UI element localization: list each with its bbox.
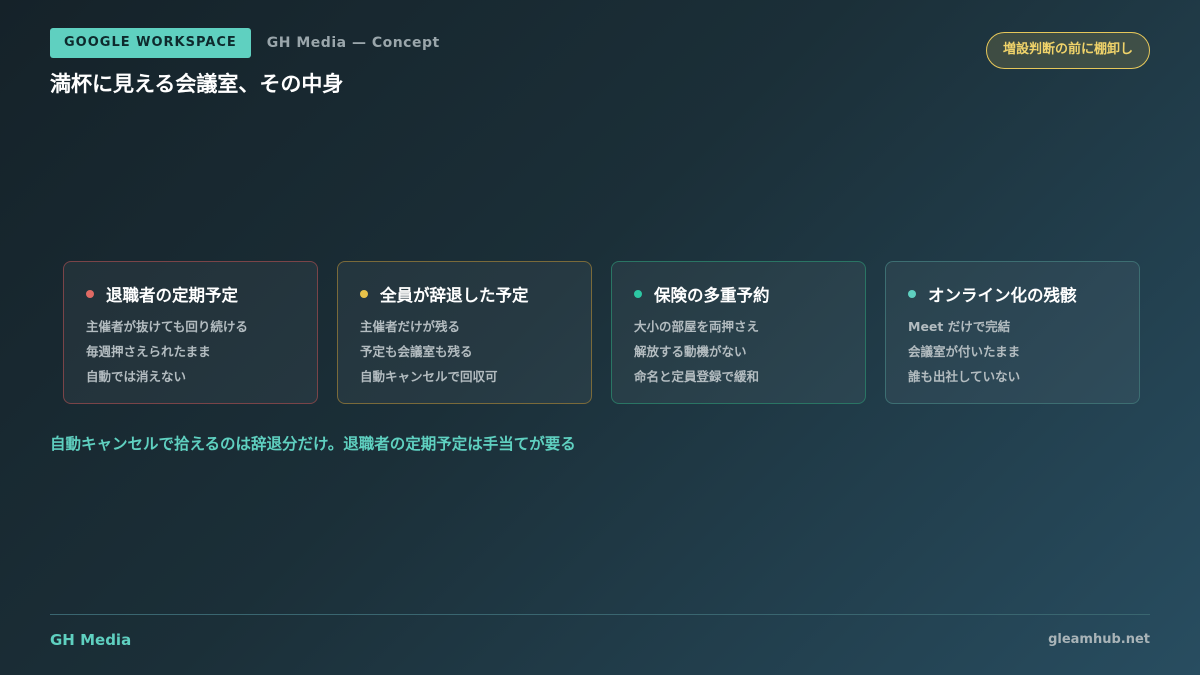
header-row: GOOGLE WORKSPACE GH Media — Concept <box>50 28 440 58</box>
card-line: 主催者が抜けても回り続ける <box>86 319 248 334</box>
card-line: 解放する動機がない <box>634 344 747 359</box>
card-line: 予定も会議室も残る <box>360 344 473 359</box>
card-title: 全員が辞退した予定 <box>380 286 529 305</box>
card-line: 大小の部屋を両押さえ <box>634 319 760 334</box>
status-dot-icon <box>908 290 916 298</box>
card-line: 主催者だけが残る <box>360 319 461 334</box>
card-line: 自動では消えない <box>86 369 187 384</box>
card-line: 毎週押さえられたまま <box>86 344 211 359</box>
status-dot-icon <box>360 290 368 298</box>
brand-tag: GOOGLE WORKSPACE <box>50 28 251 58</box>
card-title: 保険の多重予約 <box>654 286 770 305</box>
card-header: 全員が辞退した予定 <box>360 282 569 306</box>
card-line: Meet だけで完結 <box>908 319 1011 334</box>
card-row: 退職者の定期予定 主催者が抜けても回り続ける 毎週押さえられたまま 自動では消え… <box>63 261 1140 404</box>
card-line: 命名と定員登録で緩和 <box>634 369 760 384</box>
card-title: オンライン化の残骸 <box>928 286 1077 305</box>
footer-divider <box>50 614 1150 615</box>
summary-text: 自動キャンセルで拾えるのは辞退分だけ。退職者の定期予定は手当てが要る <box>50 435 576 453</box>
card: オンライン化の残骸 Meet だけで完結 会議室が付いたまま 誰も出社していない <box>885 261 1140 404</box>
footer-brand: GH Media <box>50 631 132 649</box>
brand-subtitle: GH Media — Concept <box>266 35 440 51</box>
page-title: 満杯に見える会議室、その中身 <box>50 72 344 96</box>
card-line: 自動キャンセルで回収可 <box>360 369 498 384</box>
status-dot-icon <box>634 290 642 298</box>
card: 全員が辞退した予定 主催者だけが残る 予定も会議室も残る 自動キャンセルで回収可 <box>337 261 592 404</box>
card-header: 保険の多重予約 <box>634 282 843 306</box>
card-header: オンライン化の残骸 <box>908 282 1117 306</box>
status-dot-icon <box>86 290 94 298</box>
card-line: 誰も出社していない <box>908 369 1021 384</box>
card-line: 会議室が付いたまま <box>908 344 1021 359</box>
card-title: 退職者の定期予定 <box>106 286 238 305</box>
header-badge: 増設判断の前に棚卸し <box>985 32 1150 69</box>
card-header: 退職者の定期予定 <box>86 282 295 306</box>
footer-url: gleamhub.net <box>1048 632 1150 647</box>
card: 保険の多重予約 大小の部屋を両押さえ 解放する動機がない 命名と定員登録で緩和 <box>611 261 866 404</box>
card: 退職者の定期予定 主催者が抜けても回り続ける 毎週押さえられたまま 自動では消え… <box>63 261 318 404</box>
